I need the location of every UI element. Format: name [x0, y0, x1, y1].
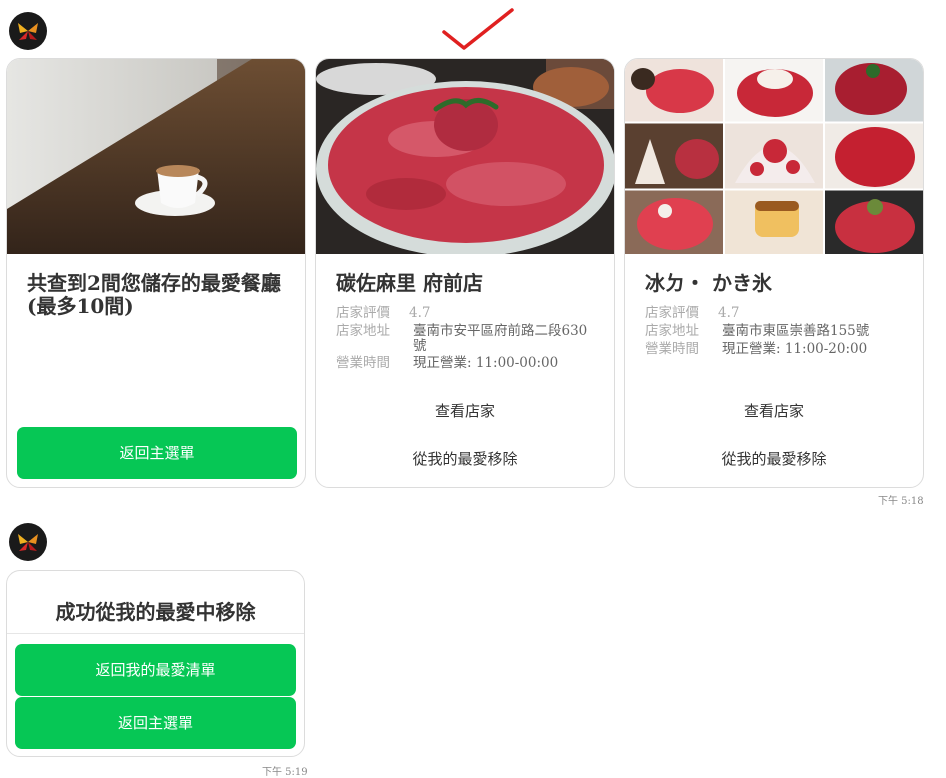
remove-favorite-button[interactable]: 從我的最愛移除 [316, 442, 614, 476]
rating-value: 4.7 [409, 305, 431, 321]
hours-value: 現正營業: 11:00-20:00 [722, 341, 868, 357]
rating-value: 4.7 [718, 305, 740, 321]
address-row: 店家地址 臺南市東區崇善路155號 [645, 324, 905, 339]
bot-avatar[interactable] [9, 12, 47, 50]
restaurant-card-2: 冰ㄉ・ かき氷 店家評價 4.7 店家地址 臺南市東區崇善路155號 營業時間 … [624, 58, 924, 488]
message-timestamp: 下午 5:18 [878, 496, 924, 507]
back-to-main-menu-button[interactable]: 返回主選單 [17, 427, 297, 479]
favorites-summary-card: 共查到2間您儲存的最愛餐廳(最多10間) 返回主選單 [6, 58, 306, 488]
hours-label: 營業時間 [645, 341, 699, 357]
removal-confirmation-card: 成功從我的最愛中移除 返回我的最愛清單 返回主選單 [6, 570, 305, 757]
restaurant-name: 冰ㄉ・ かき氷 [645, 271, 772, 295]
back-to-favorites-button[interactable]: 返回我的最愛清單 [15, 644, 296, 696]
check-mark-icon [442, 8, 514, 50]
confirmation-title: 成功從我的最愛中移除 [55, 600, 256, 624]
coffee-hero-image [7, 59, 305, 254]
restaurant-name: 碳佐麻里 府前店 [336, 271, 483, 295]
address-value: 臺南市東區崇善路155號 [722, 323, 870, 339]
rating-label: 店家評價 [645, 305, 699, 321]
hours-value: 現正營業: 11:00-00:00 [413, 355, 559, 371]
bot-avatar[interactable] [9, 523, 47, 561]
rating-row: 店家評價 4.7 [645, 306, 905, 321]
shaved-ice-hero-image [625, 59, 923, 254]
hours-row: 營業時間 現正營業: 11:00-20:00 [645, 342, 905, 357]
rating-label: 店家評價 [336, 305, 390, 321]
view-restaurant-button[interactable]: 查看店家 [316, 394, 614, 428]
rating-row: 店家評價 4.7 [336, 306, 596, 321]
hours-row: 營業時間 現正營業: 11:00-00:00 [336, 356, 596, 371]
divider [7, 633, 304, 634]
restaurant-card-1: 碳佐麻里 府前店 店家評價 4.7 店家地址 臺南市安平區府前路二段630號 營… [315, 58, 615, 488]
butterfly-logo-icon [18, 534, 38, 551]
view-restaurant-button[interactable]: 查看店家 [625, 394, 923, 428]
remove-favorite-button[interactable]: 從我的最愛移除 [625, 442, 923, 476]
hours-label: 營業時間 [336, 355, 390, 371]
butterfly-logo-icon [18, 23, 38, 40]
back-to-main-menu-button[interactable]: 返回主選單 [15, 697, 296, 749]
favorites-count-title: 共查到2間您儲存的最愛餐廳(最多10間) [27, 271, 281, 318]
wagyu-hero-image [316, 59, 614, 254]
address-row: 店家地址 臺南市安平區府前路二段630號 [336, 324, 596, 356]
address-label: 店家地址 [645, 323, 699, 339]
address-label: 店家地址 [336, 323, 390, 339]
address-value: 臺南市安平區府前路二段630號 [413, 323, 588, 354]
